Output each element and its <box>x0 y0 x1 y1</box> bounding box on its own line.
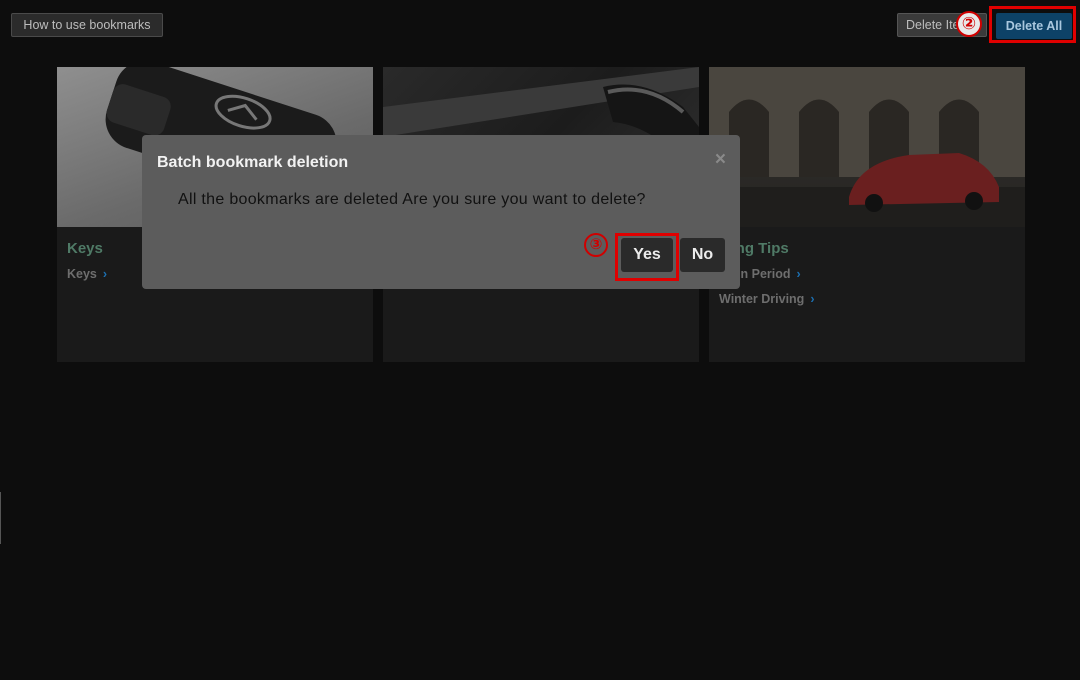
card-link-label: Winter Driving <box>719 292 805 306</box>
step-marker-2: ② <box>956 11 982 37</box>
delete-all-button[interactable]: Delete All <box>996 13 1072 39</box>
no-button[interactable]: No <box>680 238 725 272</box>
dialog-message: All the bookmarks are deleted Are you su… <box>178 191 646 208</box>
how-to-use-bookmarks-button[interactable]: How to use bookmarks <box>11 13 163 37</box>
yes-button[interactable]: Yes <box>621 238 673 272</box>
bookmark-card-driving-tips[interactable]: iving Tips ak-In Period › Winter Driving › <box>709 67 1025 362</box>
left-edge-handle <box>0 492 1 544</box>
card-link-keys[interactable]: Keys › <box>67 267 107 281</box>
chevron-right-icon: › <box>810 292 815 306</box>
close-icon[interactable]: × <box>715 149 726 171</box>
batch-delete-dialog: Batch bookmark deletion × All the bookma… <box>142 135 740 289</box>
card-image-red-sedan <box>709 67 1025 227</box>
dialog-title: Batch bookmark deletion <box>157 154 349 171</box>
card-title: Keys <box>67 240 103 257</box>
card-link-winter-driving[interactable]: Winter Driving › <box>719 292 814 306</box>
chevron-right-icon: › <box>796 267 801 281</box>
card-link-label: Keys <box>67 267 97 281</box>
chevron-right-icon: › <box>102 267 108 281</box>
step-marker-3: ③ <box>584 233 608 257</box>
